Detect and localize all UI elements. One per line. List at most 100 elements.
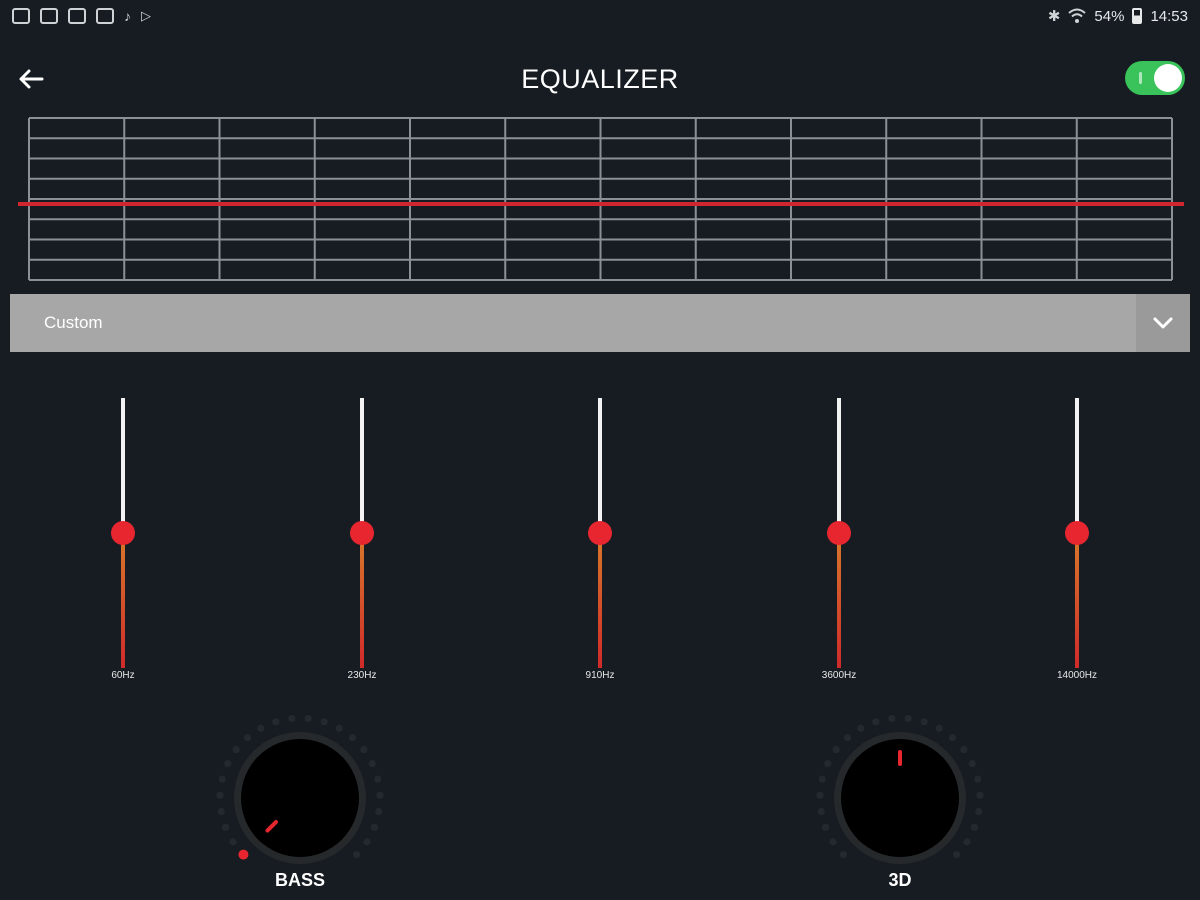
knob-scale-dot xyxy=(288,714,296,723)
knob-scale-dot xyxy=(832,746,840,754)
status-bar: ♪ ▷ ✱ 54% 14:53 xyxy=(0,0,1200,32)
knob-scale-dot xyxy=(974,775,982,783)
preset-selected-value: Custom xyxy=(44,313,103,332)
battery-percent: 54% xyxy=(1094,7,1125,25)
band-slider-14000hz[interactable]: 14000Hz xyxy=(1047,398,1107,688)
preset-dropdown[interactable]: Custom xyxy=(10,294,1190,352)
knob-scale-dot xyxy=(818,775,826,783)
knob-scale-dot xyxy=(904,714,912,723)
knob-scale-dot xyxy=(976,791,984,799)
slider-track-lower xyxy=(598,533,602,668)
notification-icons: ♪ ▷ xyxy=(12,8,151,24)
knob-scale-dot xyxy=(218,775,226,783)
bluetooth-icon: ✱ xyxy=(1047,8,1061,25)
knob-scale-dot xyxy=(843,734,852,742)
knob-scale-dot xyxy=(221,823,230,831)
knob-scale-dot xyxy=(348,734,357,742)
slider-thumb[interactable] xyxy=(1065,521,1089,545)
equalizer-toggle[interactable] xyxy=(1125,61,1185,95)
knob-scale-dot xyxy=(970,823,979,831)
band-frequency-label: 910Hz xyxy=(585,670,615,681)
knob-scale-dot xyxy=(857,724,865,732)
knob-scale-dot xyxy=(839,850,848,859)
music-note-icon: ♪ xyxy=(124,8,131,24)
knob-scale-dot xyxy=(370,823,379,831)
knob-scale-dot xyxy=(960,746,968,754)
toggle-on-mark xyxy=(1139,72,1142,84)
slider-track-lower xyxy=(1075,533,1079,668)
band-frequency-label: 60Hz xyxy=(111,670,135,681)
slider-thumb[interactable] xyxy=(588,521,612,545)
knob-scale-dot xyxy=(217,807,225,816)
3d-knob-control: 3D xyxy=(814,712,986,892)
slider-track-upper xyxy=(121,398,125,533)
notification-icon xyxy=(40,8,58,24)
knob-scale-dot xyxy=(935,724,943,732)
slider-track-lower xyxy=(837,533,841,668)
knob-scale-dot xyxy=(952,850,961,859)
slider-track-upper xyxy=(598,398,602,533)
tv-icon xyxy=(96,8,114,24)
knob-scale-dot xyxy=(216,791,224,799)
eq-response-graph xyxy=(18,117,1184,281)
toggle-knob xyxy=(1154,64,1182,92)
calendar-icon xyxy=(12,8,30,24)
knob-scale-dot xyxy=(238,849,249,860)
knob-scale-dot xyxy=(224,760,232,768)
knob-scale-dot xyxy=(360,746,368,754)
3d-knob-label: 3D xyxy=(888,870,912,890)
knob-scale-dot xyxy=(374,775,382,783)
knob-scale-dot xyxy=(821,823,830,831)
knob-scale-dot xyxy=(824,760,832,768)
knob-scale-dot xyxy=(829,838,837,846)
band-slider-230hz[interactable]: 230Hz xyxy=(332,398,392,688)
band-frequency-label: 3600Hz xyxy=(821,670,857,681)
bass-knob-label: BASS xyxy=(274,870,325,890)
knob-scale-dot xyxy=(963,838,971,846)
knob-scale-dot xyxy=(975,807,983,816)
knob-scale-dot xyxy=(948,734,957,742)
knob-scale-dot xyxy=(376,791,384,799)
battery-icon xyxy=(1132,8,1143,24)
knob-scale-dot xyxy=(872,718,880,726)
knob-scale-dot xyxy=(335,724,343,732)
knob-scale-dot xyxy=(352,850,361,859)
band-slider-3600hz[interactable]: 3600Hz xyxy=(809,398,869,688)
preset-chevron-button[interactable] xyxy=(1136,294,1190,352)
knob-scale-dot xyxy=(888,714,896,723)
slider-track-upper xyxy=(837,398,841,533)
knob-scale-dot xyxy=(243,734,252,742)
gallery-icon xyxy=(68,8,86,24)
knob-scale-dot xyxy=(257,724,265,732)
slider-track-lower xyxy=(360,533,364,668)
knob-scale-dot xyxy=(320,718,328,726)
band-frequency-label: 230Hz xyxy=(347,670,377,681)
slider-thumb[interactable] xyxy=(827,521,851,545)
slider-track-lower xyxy=(121,533,125,668)
slider-track-upper xyxy=(360,398,364,533)
slider-thumb[interactable] xyxy=(350,521,374,545)
knob-scale-dot xyxy=(304,714,312,723)
bass-knob-control: BASS xyxy=(214,712,386,892)
knob-scale-dot xyxy=(232,746,240,754)
page-title: EQUALIZER xyxy=(521,64,679,94)
app-header: EQUALIZER xyxy=(0,52,1200,108)
knob-scale-dot xyxy=(920,718,928,726)
slider-thumb[interactable] xyxy=(111,521,135,545)
knob-scale-dot xyxy=(968,760,976,768)
band-slider-60hz[interactable]: 60Hz xyxy=(93,398,153,688)
play-store-icon: ▷ xyxy=(141,8,151,23)
clock: 14:53 xyxy=(1150,7,1188,25)
slider-track-upper xyxy=(1075,398,1079,533)
bass-knob[interactable] xyxy=(214,712,386,872)
knob-scale-dot xyxy=(817,807,825,816)
wifi-icon xyxy=(1068,8,1087,23)
system-status: ✱ 54% 14:53 xyxy=(1047,7,1188,26)
knob-scale-dot xyxy=(363,838,371,846)
3d-knob[interactable] xyxy=(814,712,986,872)
knob-scale-dot xyxy=(229,838,237,846)
knob-scale-dot xyxy=(375,807,383,816)
knob-face xyxy=(241,739,359,857)
band-frequency-label: 14000Hz xyxy=(1056,670,1098,681)
band-slider-910hz[interactable]: 910Hz xyxy=(570,398,630,688)
